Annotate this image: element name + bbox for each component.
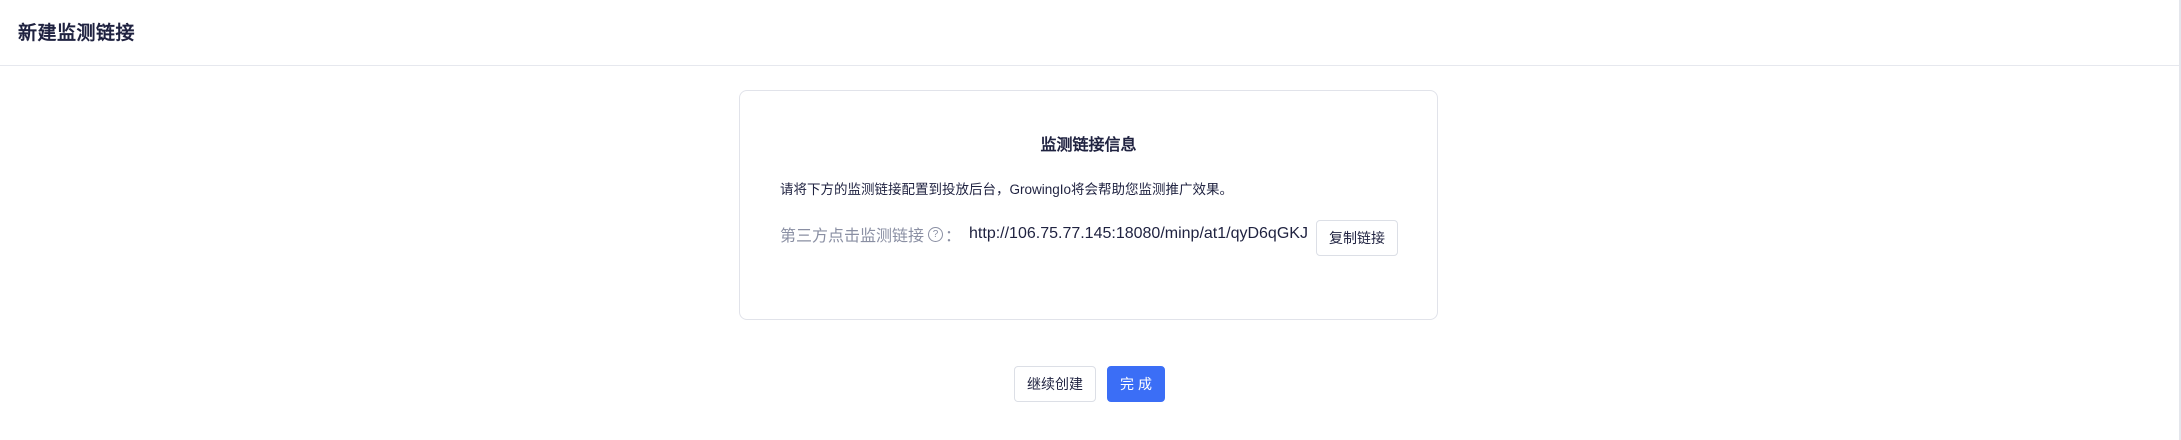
label-colon: ： xyxy=(945,228,962,245)
page-header: 新建监测链接 xyxy=(0,0,2179,66)
click-link-label: 第三方点击监测链接 xyxy=(780,228,925,245)
link-info-card: 监测链接信息 请将下方的监测链接配置到投放后台，GrowingIo将会帮助您监测… xyxy=(739,90,1438,320)
page-title: 新建监测链接 xyxy=(18,23,136,44)
help-icon[interactable]: ? xyxy=(928,226,944,242)
click-link-url: http://106.75.77.145:18080/minp/at1/qyD6… xyxy=(969,225,1308,242)
click-link-row: 第三方点击监测链接 ? ： http://106.75.77.145:18080… xyxy=(780,219,1308,249)
card-title: 监测链接信息 xyxy=(1040,137,1137,154)
card-description: 请将下方的监测链接配置到投放后台，GrowingIo将会帮助您监测推广效果。 xyxy=(780,182,1234,197)
continue-create-button[interactable]: 继续创建 xyxy=(1014,366,1096,402)
footer-actions: 继续创建 完成 xyxy=(1014,366,1165,402)
done-button[interactable]: 完成 xyxy=(1107,366,1165,402)
page: 新建监测链接 监测链接信息 请将下方的监测链接配置到投放后台，GrowingIo… xyxy=(0,0,2181,440)
copy-link-button[interactable]: 复制链接 xyxy=(1316,220,1398,256)
